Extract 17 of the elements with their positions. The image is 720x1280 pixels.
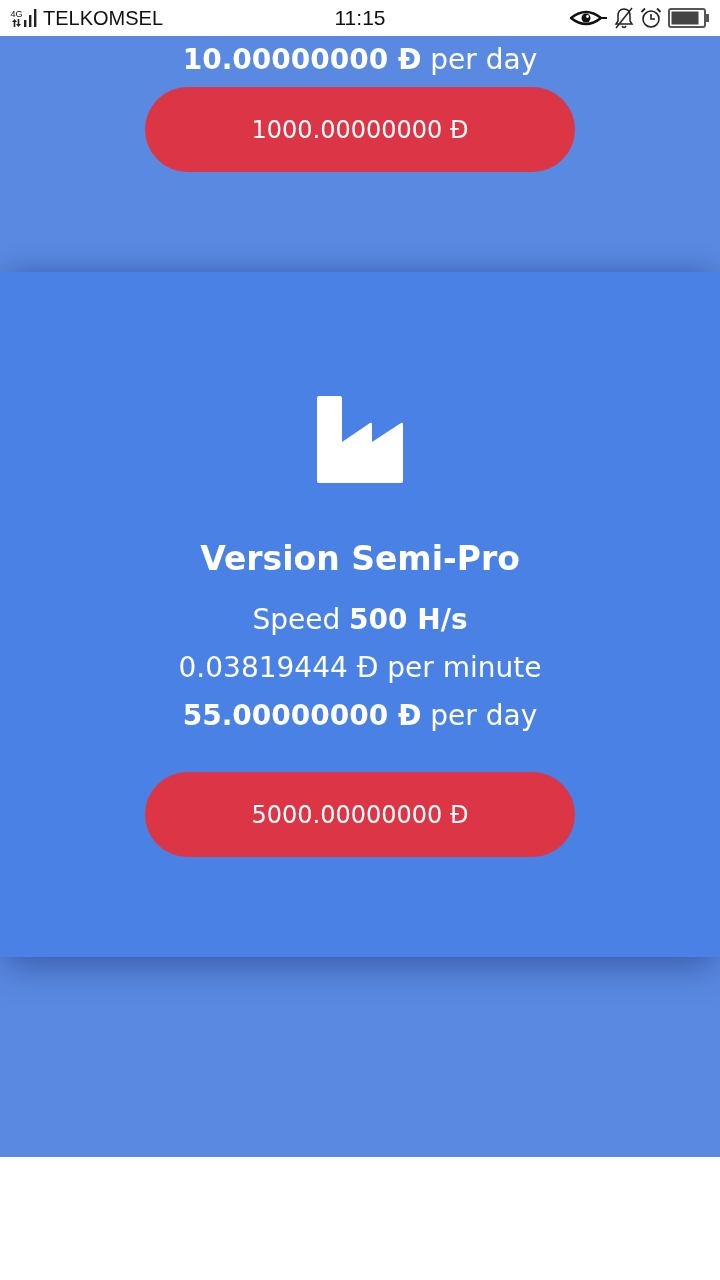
data-arrows-icon (12, 18, 21, 27)
plan-detail-text: 10.00000000 Đ per day (182, 42, 538, 78)
plan-title: Version Semi-Pro (200, 538, 520, 580)
carrier-name: TELKOMSEL (43, 6, 164, 30)
buy-button[interactable]: 5000.00000000 Đ (145, 772, 575, 857)
plan-detail-text: 0.03819444 Đ per minute (178, 650, 542, 686)
clock-time: 11:15 (334, 6, 386, 30)
buy-button[interactable]: 1000.00000000 Đ (145, 87, 575, 172)
bell-off-icon (614, 7, 634, 29)
battery-icon (668, 8, 710, 28)
plan-detail-text: 55.00000000 Đ per day (182, 698, 538, 734)
plan-detail-text: Speed 500 H/s (252, 602, 468, 638)
signal-icon (24, 9, 37, 27)
network-type-label: 4G (10, 9, 23, 19)
factory-icon (317, 396, 403, 483)
alarm-clock-icon (640, 7, 662, 29)
eye-icon (570, 9, 608, 27)
